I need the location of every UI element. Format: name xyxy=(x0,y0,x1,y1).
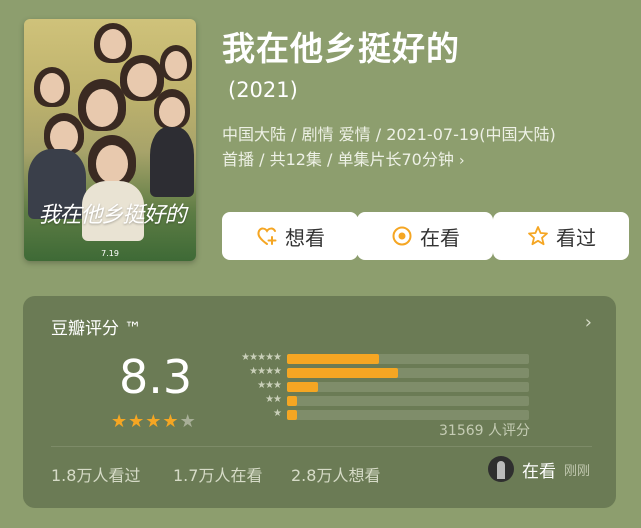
distribution-row: ★★★★ xyxy=(217,366,537,380)
distribution-row: ★★★★★ xyxy=(217,352,537,366)
meta-line-1: 中国大陆 / 剧情 爱情 / 2021-07-19(中国大陆) xyxy=(222,125,556,144)
distribution-bar xyxy=(287,396,297,406)
avatar[interactable] xyxy=(487,456,514,482)
watched-button[interactable]: 看过 xyxy=(493,212,629,260)
divider xyxy=(51,446,592,447)
distribution-star-label: ★★★★ xyxy=(249,366,282,377)
watched-label: 看过 xyxy=(556,225,596,250)
want-count[interactable]: 2.8万人想看 xyxy=(291,462,380,486)
watching-count[interactable]: 1.7万人在看 xyxy=(173,462,262,486)
meta-line-2: 首播 / 共12集 / 单集片长70分钟 › xyxy=(222,147,622,174)
rating-count: 31569 人评分 xyxy=(439,423,530,439)
rating-score: 8.3 xyxy=(119,350,193,404)
watching-button[interactable]: 在看 xyxy=(357,212,493,260)
distribution-row: ★★★ xyxy=(217,380,537,394)
distribution-star-label: ★★ xyxy=(265,394,282,405)
chevron-right-icon: › xyxy=(458,153,465,169)
watched-count[interactable]: 1.8万人看过 xyxy=(51,462,140,486)
star-filled-icon: ★ xyxy=(128,411,146,432)
chevron-right-icon[interactable]: › xyxy=(585,312,592,333)
distribution-bar xyxy=(287,410,297,420)
distribution-track xyxy=(287,382,529,392)
poster-date: 7.19 xyxy=(101,249,119,258)
movie-meta[interactable]: 中国大陆 / 剧情 爱情 / 2021-07-19(中国大陆) 首播 / 共12… xyxy=(222,122,622,174)
rating-header: 豆瓣评分 ™ xyxy=(51,319,142,339)
target-icon xyxy=(392,226,412,246)
poster-title: 我在他乡挺好的 xyxy=(38,203,186,228)
meta-line-2-text: 首播 / 共12集 / 单集片长70分钟 xyxy=(222,150,454,169)
distribution-track xyxy=(287,354,529,364)
poster-image[interactable]: 我在他乡挺好的 7.19 xyxy=(24,19,196,261)
star-icon xyxy=(528,226,548,246)
my-status[interactable]: 在看 刚刚 xyxy=(487,456,590,482)
star-filled-icon: ★ xyxy=(111,411,129,432)
distribution-track xyxy=(287,410,529,420)
distribution-row: ★★ xyxy=(217,394,537,408)
rating-stars: ★★★★★ xyxy=(111,411,197,432)
heart-plus-icon xyxy=(257,227,277,245)
distribution-star-label: ★★★ xyxy=(257,380,282,391)
distribution-star-label: ★ xyxy=(273,408,282,419)
want-button[interactable]: 想看 xyxy=(222,212,358,260)
distribution-bar xyxy=(287,354,379,364)
star-filled-icon: ★ xyxy=(162,411,180,432)
star-filled-icon: ★ xyxy=(145,411,163,432)
distribution-bar xyxy=(287,382,319,392)
watching-label: 在看 xyxy=(420,225,460,250)
want-label: 想看 xyxy=(285,225,325,250)
distribution-track xyxy=(287,396,529,406)
star-empty-icon: ★ xyxy=(179,411,197,432)
rating-card[interactable]: 豆瓣评分 ™ › 8.3 ★★★★★ ★★★★★ ★★★★ ★★★ ★★ ★ 31569… xyxy=(23,296,616,508)
movie-year: (2021) xyxy=(228,78,298,102)
distribution-bar xyxy=(287,368,399,378)
movie-title: 我在他乡挺好的 xyxy=(222,29,460,68)
my-status-label: 在看 xyxy=(521,461,556,482)
distribution-star-label: ★★★★★ xyxy=(241,352,282,363)
distribution-track xyxy=(287,368,529,378)
my-status-time: 刚刚 xyxy=(563,463,590,479)
